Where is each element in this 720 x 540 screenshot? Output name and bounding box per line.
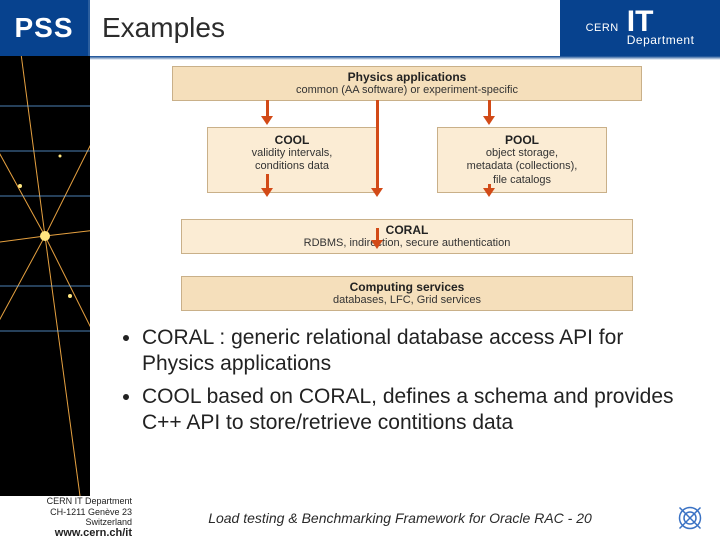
arrow-down-icon [371, 240, 383, 249]
bullet-item: CORAL : generic relational database acce… [142, 325, 698, 378]
pss-badge: PSS [0, 0, 90, 56]
arrow-down-icon [371, 188, 383, 197]
it-big: IT [627, 10, 654, 34]
footer-caption: Load testing & Benchmarking Framework fo… [140, 510, 660, 526]
box-physics: Physics applications common (AA software… [172, 66, 642, 101]
box-cool-sub: validity intervals, conditions data [214, 147, 370, 173]
arrow-down-icon [483, 116, 495, 125]
header: PSS Examples CERN IT Department [0, 0, 720, 56]
arrow-down-icon [261, 116, 273, 125]
box-computing: Computing services databases, LFC, Grid … [181, 276, 632, 311]
cern-word: CERN [586, 22, 619, 34]
box-pool: POOL object storage, metadata (collectio… [437, 127, 607, 193]
box-coral: CORAL RDBMS, indirection, secure authent… [181, 219, 632, 254]
box-cool: COOL validity intervals, conditions data [207, 127, 377, 193]
footer-addr2: Switzerland [0, 517, 132, 527]
box-pool-sub: object storage, metadata (collections), … [444, 147, 600, 187]
box-coral-sub: RDBMS, indirection, secure authenticatio… [188, 237, 625, 250]
footer-url: www.cern.ch/it [55, 527, 132, 539]
box-comp-title: Computing services [188, 280, 625, 294]
arrow-down-icon [483, 188, 495, 197]
footer-address: CERN IT Department CH-1211 Genève 23 Swi… [0, 496, 140, 540]
box-pool-title: POOL [444, 133, 600, 147]
main-area: Physics applications common (AA software… [0, 56, 720, 496]
box-cool-title: COOL [214, 133, 370, 147]
box-physics-title: Physics applications [179, 70, 635, 84]
bullet-item: COOL based on CORAL, defines a schema an… [142, 384, 698, 437]
dept-word: Department [627, 34, 695, 46]
footer-org: CERN IT Department [0, 496, 132, 506]
cern-logo-icon [660, 503, 720, 533]
architecture-diagram: Physics applications common (AA software… [116, 66, 698, 311]
bullet-list: CORAL : generic relational database acce… [142, 325, 698, 436]
box-physics-sub: common (AA software) or experiment-speci… [179, 84, 635, 97]
footer: CERN IT Department CH-1211 Genève 23 Swi… [0, 496, 720, 540]
arrow-line [376, 100, 379, 190]
footer-addr1: CH-1211 Genève 23 [0, 507, 132, 517]
page-title: Examples [90, 0, 560, 56]
sidebar-image [0, 56, 90, 496]
box-comp-sub: databases, LFC, Grid services [188, 294, 625, 307]
arrow-down-icon [261, 188, 273, 197]
cern-it-logo: CERN IT Department [560, 0, 720, 56]
box-coral-title: CORAL [188, 223, 625, 237]
content: Physics applications common (AA software… [90, 56, 720, 496]
